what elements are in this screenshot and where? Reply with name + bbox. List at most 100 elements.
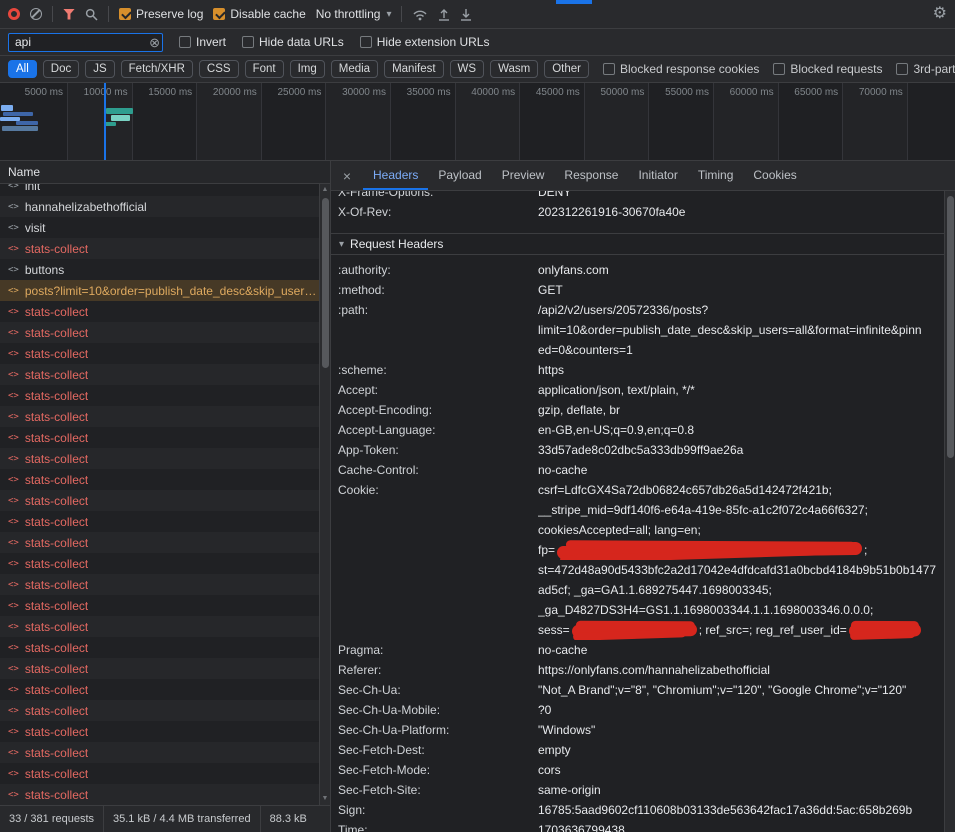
checkbox-label: Blocked response cookies — [620, 62, 759, 76]
header-row: Referer:https://onlyfans.com/hannaheliza… — [331, 660, 955, 680]
request-row[interactable]: <>stats-collect — [0, 490, 330, 511]
throttling-dropdown[interactable]: No throttling ▾ — [316, 7, 392, 21]
scroll-down-icon[interactable]: ▼ — [320, 793, 330, 805]
request-row[interactable]: <>posts?limit=10&order=publish_date_desc… — [0, 280, 330, 301]
request-row[interactable]: <>stats-collect — [0, 364, 330, 385]
timeline-overview[interactable]: 5000 ms10000 ms15000 ms20000 ms25000 ms3… — [0, 83, 955, 161]
request-row[interactable]: <>stats-collect — [0, 301, 330, 322]
record-icon[interactable] — [8, 8, 20, 20]
filter-checkbox-3rd-party-requests[interactable]: 3rd-party requests — [896, 62, 955, 76]
request-row[interactable]: <>stats-collect — [0, 511, 330, 532]
redaction-scribble — [572, 623, 697, 638]
header-value-text: ; ref_src=; reg_ref_user_id= — [699, 623, 847, 637]
name-column-header[interactable]: Name — [0, 161, 330, 184]
type-filter-doc[interactable]: Doc — [43, 60, 79, 78]
tab-response[interactable]: Response — [554, 161, 628, 190]
settings-gear-icon[interactable]: ⚙ — [933, 6, 947, 22]
scroll-up-icon[interactable]: ▲ — [320, 184, 330, 196]
request-row[interactable]: <>stats-collect — [0, 448, 330, 469]
header-row: :method:GET — [331, 280, 955, 300]
scrollbar-thumb[interactable] — [322, 198, 329, 368]
request-row[interactable]: <>stats-collect — [0, 595, 330, 616]
disable-cache-checkbox[interactable]: Disable cache — [213, 7, 305, 21]
hide-extension-urls-checkbox[interactable]: Hide extension URLs — [360, 35, 490, 49]
request-row[interactable]: <>stats-collect — [0, 406, 330, 427]
preserve-log-label: Preserve log — [136, 7, 203, 21]
tab-headers[interactable]: Headers — [363, 161, 428, 190]
tab-initiator[interactable]: Initiator — [628, 161, 687, 190]
request-row[interactable]: <>stats-collect — [0, 427, 330, 448]
request-row[interactable]: <>stats-collect — [0, 553, 330, 574]
import-har-icon[interactable] — [438, 8, 450, 21]
hide-data-urls-checkbox[interactable]: Hide data URLs — [242, 35, 344, 49]
request-row[interactable]: <>stats-collect — [0, 763, 330, 784]
request-row[interactable]: <>visit — [0, 217, 330, 238]
header-value: https — [538, 360, 955, 380]
request-name: stats-collect — [25, 746, 88, 760]
filter-icon[interactable] — [63, 9, 75, 20]
request-row[interactable]: <>stats-collect — [0, 679, 330, 700]
request-list-scrollbar[interactable]: ▲ ▼ — [319, 184, 330, 805]
request-row[interactable]: <>stats-collect — [0, 700, 330, 721]
scrollbar-thumb[interactable] — [947, 196, 954, 458]
request-row[interactable]: <>stats-collect — [0, 238, 330, 259]
request-row[interactable]: <>stats-collect — [0, 385, 330, 406]
filter-checkbox-blocked-response-cookies[interactable]: Blocked response cookies — [603, 62, 759, 76]
request-row[interactable]: <>init — [0, 184, 330, 196]
request-row[interactable]: <>stats-collect — [0, 574, 330, 595]
type-filter-js[interactable]: JS — [85, 60, 114, 78]
header-value: no-cache — [538, 640, 955, 660]
request-row[interactable]: <>stats-collect — [0, 343, 330, 364]
clear-filter-icon[interactable]: ⊗ — [149, 35, 160, 50]
type-filter-img[interactable]: Img — [290, 60, 325, 78]
request-name: stats-collect — [25, 641, 88, 655]
filter-checkbox-blocked-requests[interactable]: Blocked requests — [773, 62, 882, 76]
tab-payload[interactable]: Payload — [428, 161, 491, 190]
network-conditions-icon[interactable] — [412, 8, 428, 21]
type-filter-font[interactable]: Font — [245, 60, 284, 78]
details-scrollbar[interactable] — [944, 191, 955, 832]
type-filter-manifest[interactable]: Manifest — [384, 60, 443, 78]
fetch-xhr-icon: <> — [8, 580, 19, 590]
header-row: Sec-Fetch-Dest:empty — [331, 740, 955, 760]
type-filter-ws[interactable]: WS — [450, 60, 485, 78]
preserve-log-checkbox[interactable]: Preserve log — [119, 7, 203, 21]
request-row[interactable]: <>buttons — [0, 259, 330, 280]
request-row[interactable]: <>stats-collect — [0, 784, 330, 805]
type-filter-media[interactable]: Media — [331, 60, 378, 78]
export-har-icon[interactable] — [460, 8, 472, 21]
request-name: hannahelizabethofficial — [25, 200, 147, 214]
request-row[interactable]: <>stats-collect — [0, 322, 330, 343]
request-row[interactable]: <>stats-collect — [0, 658, 330, 679]
tab-timing[interactable]: Timing — [688, 161, 744, 190]
header-value-line: sess=; ref_src=; reg_ref_user_id= — [538, 620, 941, 640]
request-row[interactable]: <>stats-collect — [0, 469, 330, 490]
tab-cookies[interactable]: Cookies — [743, 161, 806, 190]
tab-preview[interactable]: Preview — [492, 161, 555, 190]
request-row[interactable]: <>stats-collect — [0, 721, 330, 742]
search-icon[interactable] — [85, 8, 98, 21]
type-filter-fetch-xhr[interactable]: Fetch/XHR — [121, 60, 193, 78]
type-filter-wasm[interactable]: Wasm — [490, 60, 538, 78]
request-row[interactable]: <> hannahelizabethofficial — [0, 196, 330, 217]
header-value-line: https://onlyfans.com/hannahelizabethoffi… — [538, 660, 941, 680]
timeline-column: 30000 ms — [326, 83, 391, 160]
filter-input[interactable] — [8, 33, 163, 52]
request-headers-section[interactable]: ▾ Request Headers — [331, 233, 955, 255]
type-filter-all[interactable]: All — [8, 60, 37, 78]
request-row[interactable]: <>stats-collect — [0, 532, 330, 553]
request-name: stats-collect — [25, 347, 88, 361]
clear-requests-icon[interactable] — [30, 8, 42, 20]
type-filter-css[interactable]: CSS — [199, 60, 239, 78]
close-icon[interactable]: × — [331, 161, 363, 190]
type-filter-other[interactable]: Other — [544, 60, 589, 78]
timeline-tick-label: 5000 ms — [25, 87, 63, 98]
request-row[interactable]: <>stats-collect — [0, 742, 330, 763]
request-name: stats-collect — [25, 725, 88, 739]
invert-checkbox[interactable]: Invert — [179, 35, 226, 49]
header-value-line: GET — [538, 280, 941, 300]
fetch-xhr-icon: <> — [8, 202, 19, 212]
request-row[interactable]: <>stats-collect — [0, 616, 330, 637]
request-row[interactable]: <>stats-collect — [0, 637, 330, 658]
header-value-line: _ga_D4827DS3H4=GS1.1.1698003344.1.1.1698… — [538, 600, 941, 620]
